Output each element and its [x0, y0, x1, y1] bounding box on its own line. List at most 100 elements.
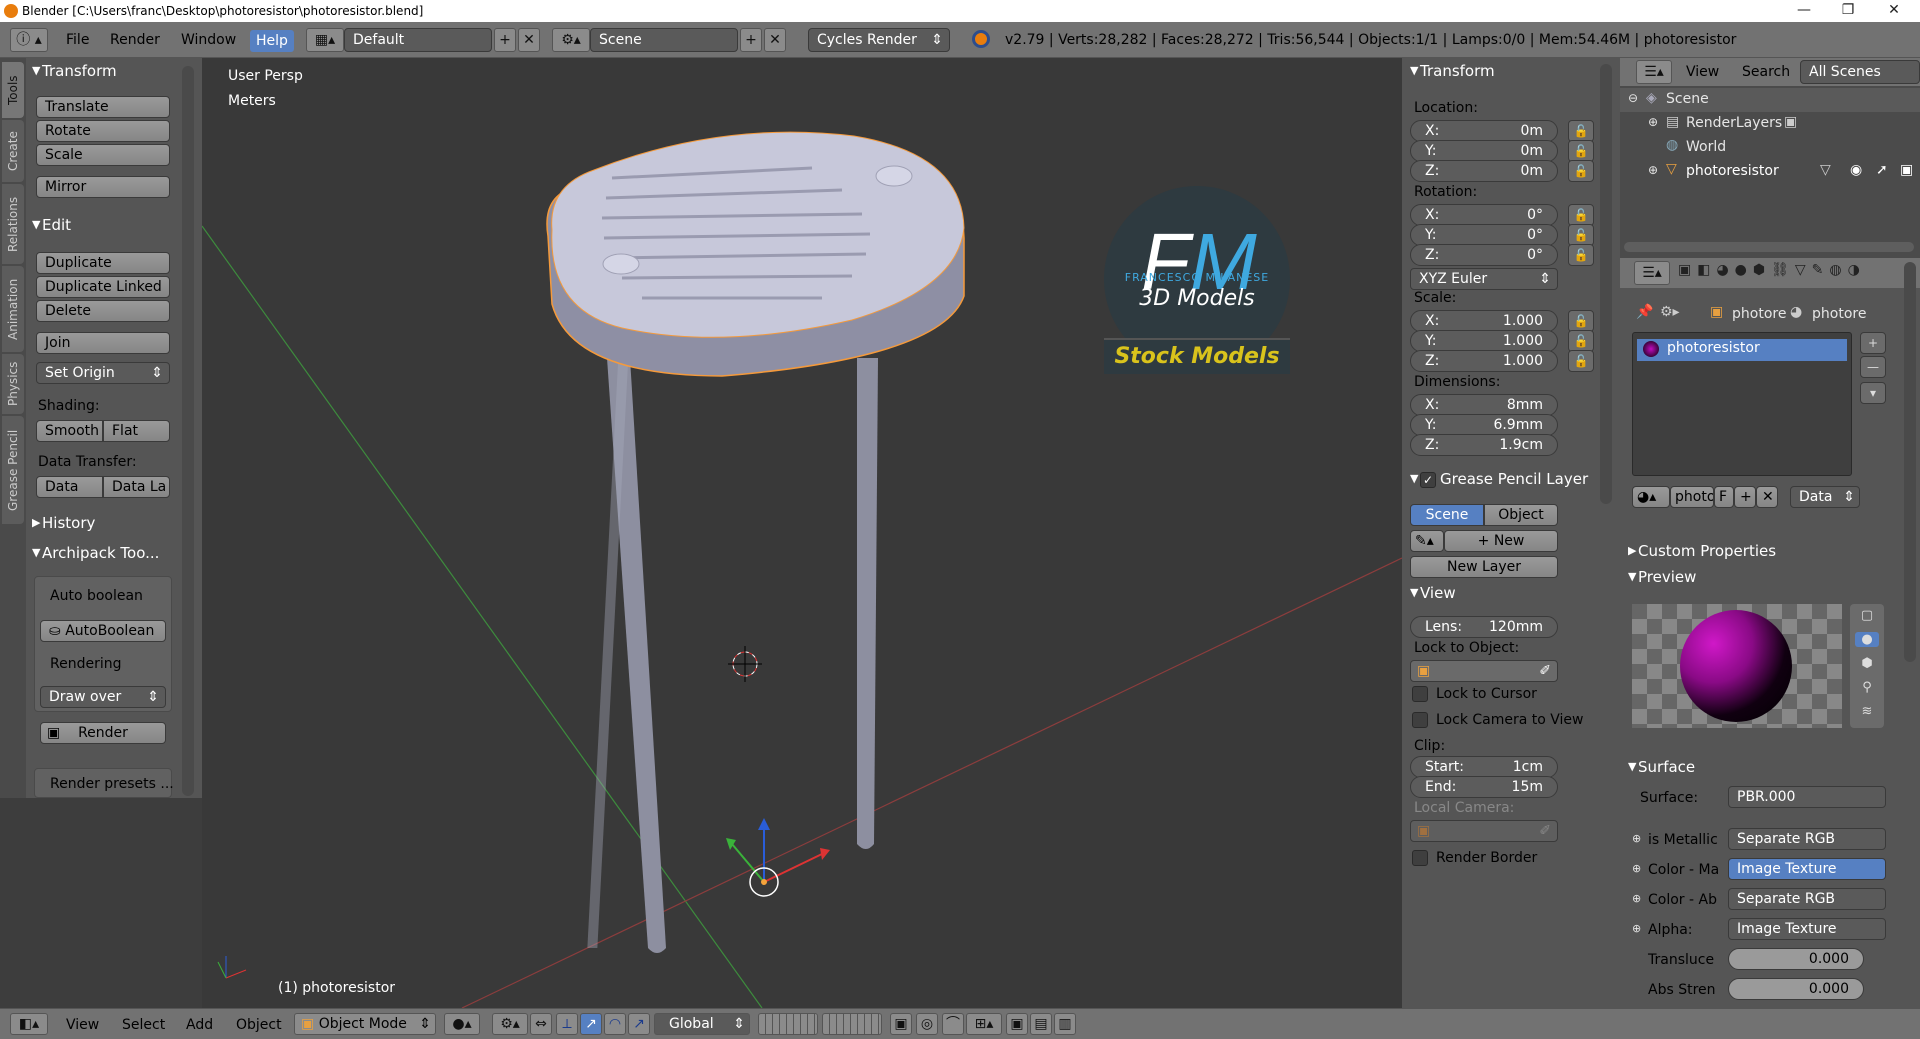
smooth-button[interactable]: Smooth [36, 420, 103, 442]
dimensions-z-field[interactable]: Z: 1.9cm [1410, 434, 1558, 456]
scene-field[interactable]: Scene [590, 28, 738, 52]
tab-tools[interactable]: Tools [2, 62, 24, 118]
scale-manipulator-icon[interactable]: ◠ [604, 1013, 626, 1035]
opengl-render-animation-icon[interactable]: ▤ [1030, 1013, 1052, 1035]
remove-layout-icon[interactable]: ✕ [518, 28, 540, 52]
tab-animation[interactable]: Animation [2, 266, 24, 352]
dimensions-y-field[interactable]: Y: 6.9mm [1410, 414, 1558, 436]
add-layout-icon[interactable]: + [494, 28, 516, 52]
properties-context-tabs[interactable]: ▣◧◕●⬢⛓▽✎◍◑ [1678, 262, 1918, 284]
location-y-field[interactable]: Y: 0m [1410, 140, 1558, 162]
socket-icon[interactable]: ⊕ [1632, 862, 1641, 875]
rotation-z-field[interactable]: Z: 0° [1410, 244, 1558, 266]
lock-icon[interactable]: 🔓 [1568, 204, 1594, 226]
surface-header[interactable]: ▼ Surface [1624, 754, 1904, 780]
n-panel-scrollbar[interactable] [1600, 64, 1612, 504]
translate-manipulator-icon[interactable]: ⟂ [556, 1013, 578, 1035]
menu-file[interactable]: File [66, 32, 89, 48]
menu-render[interactable]: Render [110, 32, 160, 48]
properties-scrollbar[interactable] [1904, 262, 1916, 662]
lock-icon[interactable]: 🔓 [1568, 140, 1594, 162]
layers-lock-icon[interactable]: ▣ [890, 1013, 912, 1035]
outliner-filter-select[interactable]: All Scenes [1800, 60, 1920, 84]
location-x-field[interactable]: X: 0m [1410, 120, 1558, 142]
lock-icon[interactable]: 🔓 [1568, 330, 1594, 352]
location-z-field[interactable]: Z: 0m [1410, 160, 1558, 182]
transform-panel-header[interactable]: ▼ Transform [28, 58, 178, 84]
menu-add[interactable]: Add [186, 1017, 213, 1033]
3d-view-editor-icon[interactable]: ◧▴ [10, 1013, 48, 1035]
close-button[interactable]: ✕ [1872, 0, 1916, 22]
scene-icon[interactable]: ⚙▴ [552, 28, 590, 52]
screen-layout-field[interactable]: Default [344, 28, 492, 52]
layer-buttons-right[interactable] [822, 1013, 882, 1035]
material-browse-icon[interactable]: ◕▴ [1632, 486, 1670, 508]
lens-field[interactable]: Lens: 120mm [1410, 616, 1558, 638]
new-material-icon[interactable]: + [1734, 486, 1756, 508]
tab-physics[interactable]: Physics [2, 354, 24, 414]
preview-header[interactable]: ▼ Preview [1624, 564, 1904, 590]
delete-button[interactable]: Delete [36, 300, 170, 322]
scale-y-field[interactable]: Y: 1.000 [1410, 330, 1558, 352]
outliner-view-menu[interactable]: View [1686, 64, 1719, 80]
render-button[interactable]: ▣ Render [40, 722, 166, 744]
rotation-mode-select[interactable]: XYZ Euler ⇕ [1410, 268, 1558, 290]
slot-menu-icon[interactable]: ▾ [1860, 382, 1886, 404]
viewport-shading-icon[interactable]: ●▴ [444, 1013, 480, 1035]
history-panel-header[interactable]: ▶ History [28, 510, 178, 536]
color-ab-select[interactable]: Separate RGB [1728, 888, 1886, 910]
is-metallic-select[interactable]: Separate RGB [1728, 828, 1886, 850]
join-button[interactable]: Join [36, 332, 170, 354]
gp-layer-checkbox[interactable]: ✓ [1420, 471, 1436, 488]
translucent-field[interactable]: 0.000 [1728, 948, 1864, 970]
render-presets-label[interactable]: Render presets ... [50, 776, 174, 792]
menu-help[interactable]: Help [250, 30, 294, 52]
translate-button[interactable]: Translate [36, 96, 170, 118]
gp-new-button[interactable]: + New [1444, 530, 1558, 552]
outliner-row-photoresistor[interactable]: ⊕ ▽ photoresistor ▽ ◉ ➚ ▣ [1620, 160, 1920, 184]
edit-panel-header[interactable]: ▼ Edit [28, 212, 178, 238]
draw-over-select[interactable]: Draw over ⇕ [40, 686, 166, 708]
gp-pencil-icon[interactable]: ✎▴ [1410, 530, 1444, 552]
custom-properties-header[interactable]: ▶ Custom Properties [1624, 538, 1904, 564]
socket-icon[interactable]: ⊕ [1632, 922, 1641, 935]
tab-grease-pencil[interactable]: Grease Pencil [2, 416, 24, 524]
data-button[interactable]: Data [36, 476, 103, 498]
outliner-row-scene[interactable]: ⊖ ◈ Scene [1620, 88, 1920, 112]
screen-layout-icon[interactable]: ▦▴ [306, 28, 344, 52]
remove-slot-icon[interactable]: — [1860, 356, 1886, 378]
rotate-manipulator-icon[interactable]: ↗ [580, 1013, 602, 1035]
remove-scene-icon[interactable]: ✕ [764, 28, 786, 52]
lock-icon[interactable]: 🔓 [1568, 350, 1594, 372]
lock-camera-checkbox[interactable] [1412, 712, 1428, 728]
set-origin-select[interactable]: Set Origin ⇕ [36, 362, 170, 384]
outliner-search-menu[interactable]: Search [1742, 64, 1790, 80]
menu-view[interactable]: View [66, 1017, 99, 1033]
snap-toggle-icon[interactable]: ⌒ [942, 1013, 964, 1035]
abs-strength-field[interactable]: 0.000 [1728, 978, 1864, 1000]
maximize-button[interactable]: ❐ [1826, 0, 1870, 22]
scale-x-field[interactable]: X: 1.000 [1410, 310, 1558, 332]
dimensions-x-field[interactable]: X: 8mm [1410, 394, 1558, 416]
lock-icon[interactable]: 🔓 [1568, 120, 1594, 142]
color-ma-select[interactable]: Image Texture [1728, 858, 1886, 880]
duplicate-button[interactable]: Duplicate [36, 252, 170, 274]
local-camera-field[interactable]: ▣ ✐ [1410, 820, 1558, 842]
eye-icon[interactable]: ◉ [1850, 162, 1862, 178]
alpha-select[interactable]: Image Texture [1728, 918, 1886, 940]
manipulator-toggle-icon[interactable]: ⇔ [530, 1013, 552, 1035]
view-panel-header[interactable]: ▼ View [1406, 580, 1602, 606]
data-layout-button[interactable]: Data La [103, 476, 170, 498]
clip-end-field[interactable]: End: 15m [1410, 776, 1558, 798]
layer-buttons-left[interactable] [758, 1013, 818, 1035]
editor-type-info-icon[interactable]: ⓘ ▴ [10, 28, 48, 52]
camera-render-icon[interactable]: ▣ [1900, 162, 1913, 178]
outliner-row-renderlayers[interactable]: ⊕ ▤ RenderLayers ▣ [1620, 112, 1920, 136]
material-slot-list[interactable]: photoresistor [1632, 332, 1852, 476]
snap-element-icon[interactable]: ⊞▴ [966, 1013, 1002, 1035]
menu-select[interactable]: Select [122, 1017, 165, 1033]
clapboard-icon[interactable]: ▥ [1054, 1013, 1076, 1035]
socket-icon[interactable]: ⊕ [1632, 892, 1641, 905]
gp-object-button[interactable]: Object [1484, 504, 1558, 526]
link-select[interactable]: Data ⇕ [1790, 486, 1860, 508]
